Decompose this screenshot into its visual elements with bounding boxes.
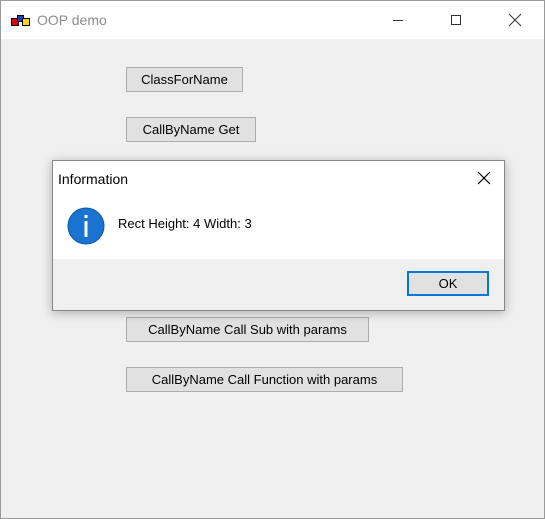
window-title: OOP demo <box>37 12 107 28</box>
window-titlebar[interactable]: OOP demo <box>1 1 544 39</box>
minimize-icon <box>393 20 403 21</box>
information-dialog: Information Rect Height: 4 Width: 3 OK <box>52 160 505 311</box>
call-function-with-params-button[interactable]: CallByName Call Function with params <box>126 367 403 392</box>
maximize-icon <box>451 15 461 25</box>
dialog-title: Information <box>58 171 129 187</box>
minimize-button[interactable] <box>369 1 427 39</box>
call-by-name-get-button[interactable]: CallByName Get <box>126 117 256 142</box>
dialog-message: Rect Height: 4 Width: 3 <box>118 216 252 231</box>
class-for-name-button[interactable]: ClassForName <box>126 67 243 92</box>
dialog-close-button[interactable] <box>463 161 504 195</box>
maximize-button[interactable] <box>427 1 485 39</box>
information-icon <box>67 207 105 245</box>
close-icon <box>508 13 522 27</box>
ok-button[interactable]: OK <box>407 271 489 296</box>
close-icon <box>477 171 490 185</box>
dialog-titlebar[interactable]: Information <box>53 161 504 195</box>
main-window: OOP demo ClassForName CallByName Get Cal… <box>0 0 545 519</box>
window-close-button[interactable] <box>486 1 544 39</box>
call-sub-with-params-button[interactable]: CallByName Call Sub with params <box>126 317 369 342</box>
dialog-footer: OK <box>53 259 504 310</box>
dialog-body: Rect Height: 4 Width: 3 <box>53 195 504 259</box>
app-shapes-icon <box>11 15 30 26</box>
